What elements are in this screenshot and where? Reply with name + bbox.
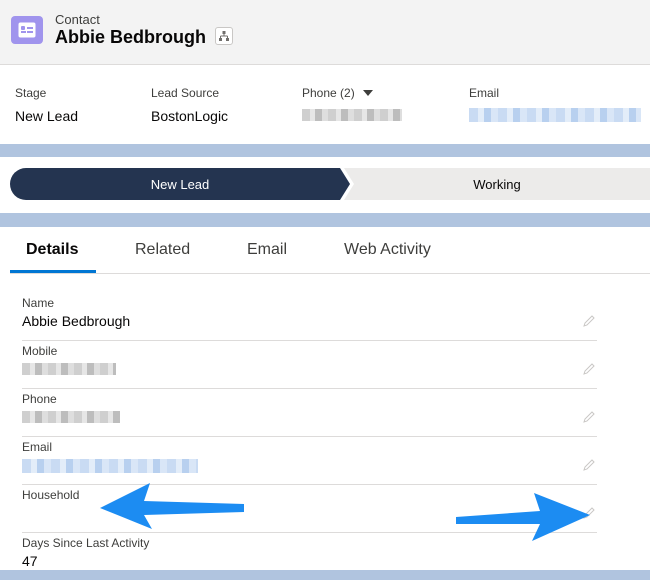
- tab-related[interactable]: Related: [135, 241, 190, 259]
- tab-details[interactable]: Details: [26, 241, 78, 259]
- highlight-label: Lead Source: [151, 86, 220, 100]
- dropdown-caret-icon[interactable]: [362, 90, 373, 96]
- tab-email[interactable]: Email: [247, 241, 287, 259]
- highlights-panel: Stage New Lead Lead Source BostonLogic P…: [0, 65, 650, 144]
- active-tab-indicator: [10, 270, 96, 273]
- redacted-phone: [302, 109, 402, 121]
- pencil-edit-icon[interactable]: [583, 411, 595, 423]
- highlight-email: Email: [469, 86, 641, 126]
- field-label: Name: [22, 296, 55, 310]
- tab-web-activity[interactable]: Web Activity: [344, 241, 431, 259]
- path-stage-current[interactable]: New Lead: [10, 168, 350, 200]
- field-phone: Phone: [22, 392, 597, 437]
- highlight-value: New Lead: [15, 108, 79, 124]
- hierarchy-button[interactable]: [215, 27, 233, 45]
- field-label: Email: [22, 440, 53, 454]
- pencil-edit-icon[interactable]: [583, 459, 595, 471]
- redacted-mobile: [22, 363, 116, 375]
- highlight-value: BostonLogic: [151, 108, 229, 124]
- field-name: Name Abbie Bedbrough: [22, 296, 597, 341]
- path-stage-next[interactable]: Working: [344, 168, 650, 200]
- field-label: Mobile: [22, 344, 58, 358]
- highlight-label: Stage: [15, 86, 47, 100]
- field-label: Household: [22, 488, 80, 502]
- pencil-edit-icon[interactable]: [583, 315, 595, 327]
- pencil-edit-icon[interactable]: [583, 363, 595, 375]
- highlight-phone[interactable]: Phone (2): [302, 86, 402, 126]
- field-mobile: Mobile: [22, 344, 597, 389]
- redacted-email-link[interactable]: [22, 459, 198, 473]
- highlight-stage: Stage New Lead: [15, 86, 78, 126]
- annotation-arrow-left-icon: [100, 483, 244, 529]
- field-email: Email: [22, 440, 597, 485]
- highlight-lead-source: Lead Source BostonLogic: [151, 86, 228, 126]
- record-header: Contact Abbie Bedbrough: [0, 0, 650, 65]
- redacted-email-link[interactable]: [469, 108, 641, 122]
- hierarchy-icon: [219, 31, 229, 41]
- field-label: Days Since Last Activity: [22, 536, 150, 550]
- highlight-label: Email: [469, 86, 500, 100]
- redacted-phone: [22, 411, 120, 423]
- object-type-label: Contact: [55, 12, 100, 27]
- annotation-arrow-right-icon: [456, 493, 590, 541]
- record-name: Abbie Bedbrough: [55, 27, 206, 47]
- record-tabs: Details Related Email Web Activity: [10, 227, 650, 274]
- field-label: Phone: [22, 392, 57, 406]
- highlight-label: Phone (2): [302, 86, 355, 100]
- contact-card-icon: [11, 16, 43, 44]
- field-value: Abbie Bedbrough: [22, 313, 131, 329]
- field-value: 47: [22, 553, 38, 569]
- path-component: New Lead Working: [0, 157, 650, 213]
